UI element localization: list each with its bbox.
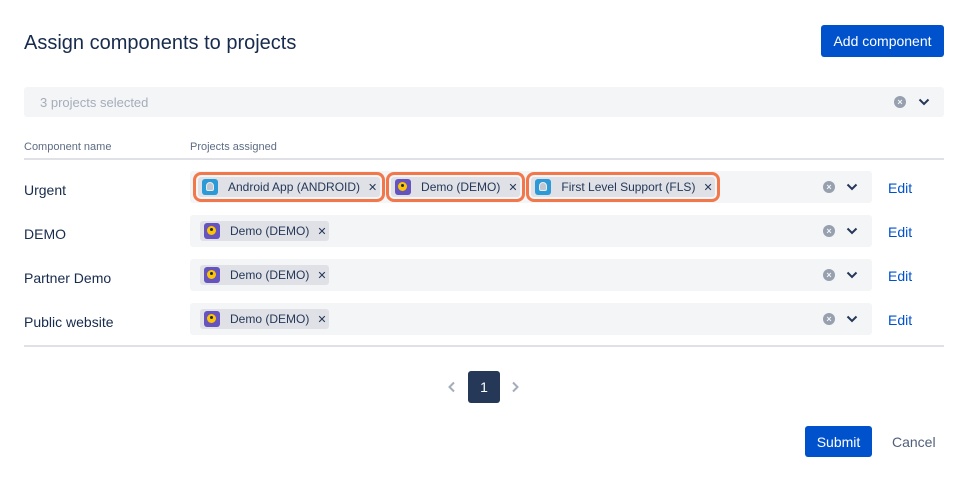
assign-components-dialog: Assign components to projects Add compon… [0, 0, 968, 481]
remove-tag-icon[interactable]: ✕ [317, 313, 326, 326]
chevron-down-icon[interactable] [845, 268, 859, 282]
component-name: Public website [24, 314, 114, 330]
project-tags: Android App (ANDROID) ✕ Demo (DEMO) ✕ Fi… [192, 171, 721, 203]
project-tag: Demo (DEMO) ✕ [200, 309, 330, 329]
project-select[interactable]: 3 projects selected × [24, 87, 944, 117]
chevron-down-icon[interactable] [845, 180, 859, 194]
remove-tag-icon[interactable]: ✕ [317, 225, 326, 238]
chevron-down-icon[interactable] [845, 312, 859, 326]
clear-icon[interactable]: × [823, 225, 835, 237]
project-tag-label: First Level Support (FLS) [561, 180, 696, 194]
chevron-left-icon[interactable] [446, 380, 458, 399]
chevron-right-icon[interactable] [509, 380, 521, 399]
edit-link[interactable]: Edit [888, 224, 912, 240]
remove-tag-icon[interactable]: ✕ [703, 181, 712, 194]
table-footer-divider [24, 345, 944, 347]
edit-link[interactable]: Edit [888, 180, 912, 196]
column-header-component-name: Component name [24, 141, 112, 153]
project-tag-label: Demo (DEMO) [421, 180, 501, 194]
clear-icon[interactable]: × [823, 269, 835, 281]
project-tags: Demo (DEMO) ✕ [198, 259, 333, 291]
project-tags: Demo (DEMO) ✕ [198, 303, 333, 335]
project-tag-label: Demo (DEMO) [230, 224, 310, 238]
project-tags: Demo (DEMO) ✕ [198, 215, 333, 247]
project-select-value: 3 projects selected [40, 94, 149, 110]
demo-project-icon [204, 223, 220, 239]
remove-tag-icon[interactable]: ✕ [317, 269, 326, 282]
chevron-down-icon[interactable] [917, 95, 931, 109]
remove-tag-icon[interactable]: ✕ [368, 181, 377, 194]
project-tag: Demo (DEMO) ✕ [386, 172, 526, 202]
cancel-button[interactable]: Cancel [892, 434, 936, 450]
fls-project-icon [535, 179, 552, 195]
project-tag-label: Demo (DEMO) [230, 268, 310, 282]
projects-multiselect[interactable]: Demo (DEMO) ✕ × [190, 215, 872, 247]
project-tag: Demo (DEMO) ✕ [200, 221, 330, 241]
project-tag: Android App (ANDROID) ✕ [192, 172, 386, 202]
clear-icon[interactable]: × [823, 313, 835, 325]
clear-icon[interactable]: × [823, 181, 835, 193]
projects-multiselect[interactable]: Demo (DEMO) ✕ × [190, 259, 872, 291]
clear-icon[interactable]: × [894, 96, 906, 108]
column-header-projects-assigned: Projects assigned [190, 141, 277, 153]
demo-project-icon [204, 267, 220, 283]
chevron-down-icon[interactable] [845, 224, 859, 238]
add-component-button[interactable]: Add component [821, 25, 944, 57]
project-tag: Demo (DEMO) ✕ [200, 265, 330, 285]
projects-multiselect[interactable]: Android App (ANDROID) ✕ Demo (DEMO) ✕ Fi… [190, 171, 872, 203]
page-button-current[interactable]: 1 [468, 371, 500, 403]
demo-project-icon [395, 179, 412, 195]
component-name: Urgent [24, 182, 67, 198]
pagination: 1 [0, 371, 968, 403]
remove-tag-icon[interactable]: ✕ [508, 181, 517, 194]
submit-button[interactable]: Submit [805, 426, 872, 457]
demo-project-icon [204, 311, 220, 327]
project-tag-label: Android App (ANDROID) [228, 180, 361, 194]
component-name: DEMO [24, 226, 66, 242]
component-name: Partner Demo [24, 270, 112, 286]
android-project-icon [202, 179, 218, 195]
project-tag-label: Demo (DEMO) [230, 312, 310, 326]
project-tag: First Level Support (FLS) ✕ [526, 172, 721, 202]
dialog-title: Assign components to projects [24, 32, 297, 54]
edit-link[interactable]: Edit [888, 312, 912, 328]
table-header-divider [24, 158, 944, 160]
projects-multiselect[interactable]: Demo (DEMO) ✕ × [190, 303, 872, 335]
edit-link[interactable]: Edit [888, 268, 912, 284]
